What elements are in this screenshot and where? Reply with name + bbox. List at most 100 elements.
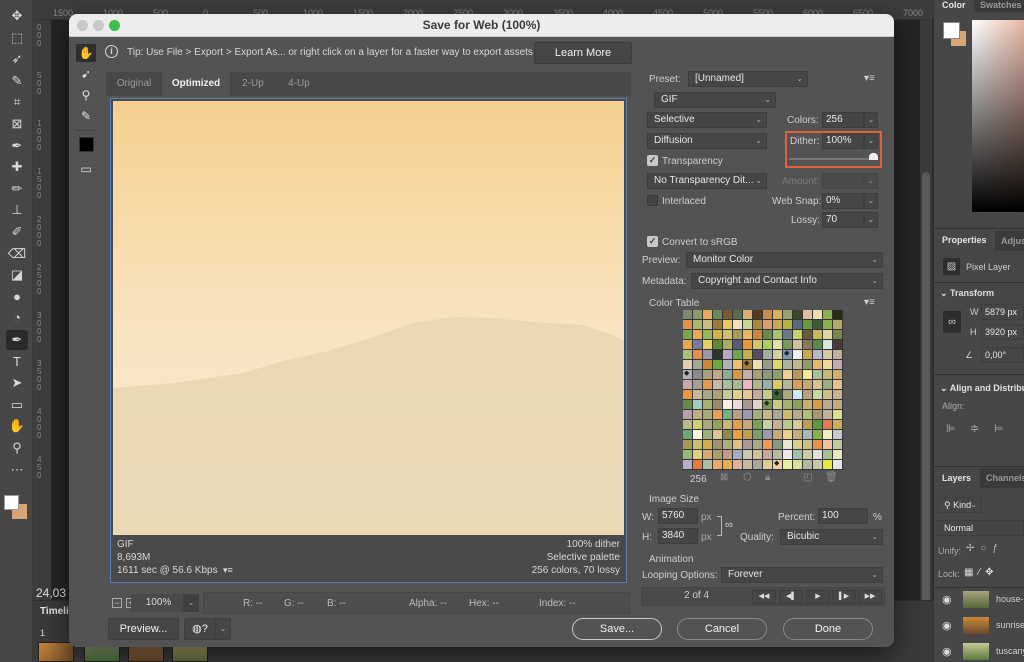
transparency-checkbox[interactable]: ✓ [647,155,658,166]
color-swatch[interactable] [733,400,742,409]
tab-layers[interactable]: Layers [936,473,977,483]
color-swatch[interactable] [803,390,812,399]
color-swatch[interactable] [813,410,822,419]
crop-tool-icon[interactable]: ⌗ [6,92,28,112]
rectangle-tool-icon[interactable]: ▭ [6,395,28,415]
color-swatch[interactable] [763,360,772,369]
color-swatch[interactable] [793,450,802,459]
color-swatch[interactable] [753,370,762,379]
color-swatch[interactable] [813,450,822,459]
color-swatch[interactable] [823,460,832,469]
color-swatch[interactable] [683,440,692,449]
color-swatch[interactable] [693,360,702,369]
color-swatch[interactable] [773,420,782,429]
color-swatch[interactable] [783,360,792,369]
quick-select-tool-icon[interactable]: ✎ [6,71,28,91]
color-swatch[interactable] [823,310,832,319]
color-swatch[interactable] [703,390,712,399]
color-swatch[interactable] [783,420,792,429]
color-swatch[interactable] [773,410,782,419]
color-swatch[interactable] [713,380,722,389]
color-swatch[interactable] [793,420,802,429]
color-swatch[interactable] [773,440,782,449]
color-swatch[interactable] [833,350,842,359]
transform-section-toggle[interactable]: ⌄ Transform [940,288,994,299]
dither-algorithm-select[interactable]: Diffusion ⌄ [647,133,767,149]
color-swatch[interactable] [703,460,712,469]
web-snap-dropdown[interactable]: ⌄ [864,193,878,209]
colors-dropdown[interactable]: ⌄ [864,112,878,128]
unify-icons[interactable]: ✢○ƒ [966,543,1004,554]
history-brush-tool-icon[interactable]: ✐ [6,222,28,242]
canvas-scroll-thumb[interactable] [922,172,930,602]
color-swatch[interactable] [823,340,832,349]
color-swatch[interactable] [803,320,812,329]
cube-icon[interactable]: ⬡ [743,472,752,483]
color-swatch[interactable] [833,450,842,459]
color-swatch[interactable] [713,330,722,339]
color-swatch[interactable] [713,370,722,379]
preset-select[interactable]: [Unnamed] ⌄ [688,71,808,87]
color-swatch[interactable] [693,320,702,329]
color-swatch[interactable] [783,310,792,319]
color-swatch[interactable] [703,320,712,329]
lossy-input[interactable]: 70 [822,212,864,228]
visibility-eye-icon[interactable]: ◉ [942,645,952,658]
color-swatch[interactable] [803,330,812,339]
tab-properties[interactable]: Properties [936,235,993,245]
color-swatch[interactable] [783,450,792,459]
color-swatch[interactable] [753,410,762,419]
color-swatch[interactable] [823,450,832,459]
cancel-button[interactable]: Cancel [677,618,767,640]
hand-tool-icon[interactable]: ✋ [6,416,28,436]
web-shift-icon[interactable]: ⊠ [720,472,728,483]
color-swatch[interactable] [733,410,742,419]
color-swatch[interactable] [683,360,692,369]
color-swatch[interactable] [723,420,732,429]
color-swatch[interactable] [753,330,762,339]
color-swatch[interactable] [693,430,702,439]
color-swatch[interactable] [723,380,732,389]
color-swatch[interactable] [683,340,692,349]
preview-image[interactable] [113,101,624,535]
color-swatch[interactable] [693,440,702,449]
color-swatch[interactable] [763,420,772,429]
color-swatch[interactable] [733,320,742,329]
color-swatch[interactable] [813,310,822,319]
color-swatch[interactable] [773,310,782,319]
color-swatch[interactable] [723,450,732,459]
color-swatch[interactable] [683,400,692,409]
first-frame-button[interactable]: ◀◀ [752,590,776,604]
color-swatch[interactable] [683,460,692,469]
quality-select[interactable]: Bicubic ⌄ [780,529,883,545]
visibility-eye-icon[interactable]: ◉ [942,593,952,606]
color-swatch[interactable] [753,350,762,359]
dodge-tool-icon[interactable]: ◔ [6,308,28,328]
color-swatch[interactable] [773,360,782,369]
color-swatch[interactable] [793,330,802,339]
color-swatch[interactable] [743,320,752,329]
color-swatch[interactable] [683,390,692,399]
color-swatch[interactable] [743,330,752,339]
color-swatch[interactable] [703,450,712,459]
color-swatch[interactable] [713,350,722,359]
lasso-tool-icon[interactable]: ➶ [6,49,28,69]
color-swatch[interactable] [793,400,802,409]
color-swatch[interactable] [723,390,732,399]
color-swatch[interactable] [683,330,692,339]
image-height-input[interactable]: 3840 [658,528,698,544]
color-swatch[interactable] [693,330,702,339]
color-swatch[interactable] [703,340,712,349]
color-swatch[interactable] [703,380,712,389]
lossy-dropdown[interactable]: ⌄ [864,212,878,228]
color-swatch[interactable] [733,350,742,359]
frame-tool-icon[interactable]: ⊠ [6,114,28,134]
preview-mode-select[interactable]: Monitor Color ⌄ [686,252,883,268]
color-swatch[interactable] [823,390,832,399]
color-swatch[interactable] [753,460,762,469]
zoom-readout[interactable]: 24,03 [36,586,66,600]
dialog-titlebar[interactable]: Save for Web (100%) [69,14,894,37]
color-swatch[interactable] [753,320,762,329]
color-swatch[interactable] [763,460,772,469]
constrain-proportions-icon[interactable]: ∞ [725,519,733,531]
